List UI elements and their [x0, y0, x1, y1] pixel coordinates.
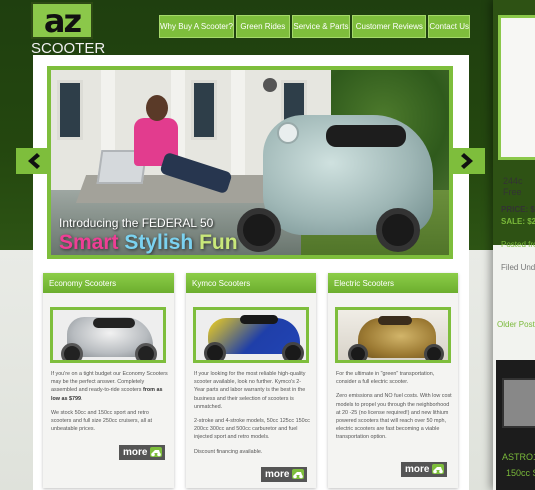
- card-description: For the ultimate in "green" transportati…: [336, 370, 452, 448]
- moped-icon: [292, 469, 304, 479]
- hero-column: [231, 70, 245, 180]
- hero-headline-word: Smart: [59, 231, 119, 254]
- logo-badge: az: [31, 2, 93, 39]
- electric-scooter-image[interactable]: [335, 307, 451, 363]
- background-page-sale: SALE: $2: [501, 217, 535, 226]
- card-paragraph: For the ultimate in "green" transportati…: [336, 371, 435, 386]
- kymco-scooter-image[interactable]: [193, 307, 309, 363]
- background-page-image-frame: [498, 15, 535, 160]
- economy-scooter-image[interactable]: [50, 307, 166, 363]
- hero-headline: Smart Stylish Fun: [59, 231, 238, 255]
- card-paragraph: If your looking for the most reliable hi…: [194, 371, 306, 410]
- card-description: If your looking for the most reliable hi…: [194, 370, 310, 462]
- card-title[interactable]: Electric Scooters: [328, 273, 458, 293]
- card-paragraph: Zero emissions and NO fuel costs. With l…: [336, 393, 452, 441]
- nav-item-service-parts[interactable]: Service & Parts: [291, 15, 351, 38]
- scooter-wheel: [204, 342, 226, 360]
- background-page-bullet: 244c: [503, 176, 523, 186]
- hero-subtitle: Introducing the FEDERAL 50: [59, 216, 214, 230]
- slider-next-button[interactable]: [451, 148, 485, 174]
- more-button[interactable]: more: [401, 462, 447, 477]
- hero-caption: Introducing the FEDERAL 50 Smart Stylish…: [59, 216, 238, 255]
- background-page-product-thumb[interactable]: [502, 378, 535, 428]
- nav-item-customer-reviews[interactable]: Customer Reviews: [352, 15, 427, 38]
- moped-icon: [432, 464, 444, 474]
- background-page-product-title[interactable]: ASTRO1: [502, 452, 535, 462]
- site-logo[interactable]: az SCOOTER: [31, 2, 105, 57]
- nav-item-green-rides[interactable]: Green Rides: [235, 15, 290, 38]
- background-page-bullet: Free: [503, 187, 522, 197]
- card-paragraph: 2-stroke and 4-stroke models, 50cc 125cc…: [194, 418, 310, 441]
- background-page-posted[interactable]: Posted fro: [501, 240, 535, 249]
- slider-prev-button[interactable]: [16, 148, 50, 174]
- chevron-left-icon: [28, 153, 40, 169]
- background-page: 244c Free PRICE: $28 SALE: $2 Posted fro…: [493, 0, 535, 490]
- hero-person-head: [146, 95, 168, 121]
- card-paragraph: If you're on a tight budget our Economy …: [51, 371, 168, 402]
- card-paragraph: We stock 50cc and 150cc sport and retro …: [51, 409, 152, 433]
- card-title[interactable]: Economy Scooters: [43, 273, 174, 293]
- scooter-seat: [240, 315, 278, 324]
- background-page-price: PRICE: $28: [501, 205, 535, 214]
- scooter-wheel: [61, 343, 83, 360]
- chevron-right-icon: [461, 153, 473, 169]
- more-button-label: more: [265, 469, 290, 480]
- hero-scooter-wheel: [237, 208, 281, 252]
- scooter-wheel: [135, 343, 157, 360]
- hero-scooter-wheel: [376, 208, 420, 252]
- older-posts-link[interactable]: Older Posts: [497, 320, 535, 329]
- logo-mark: az: [43, 1, 82, 40]
- background-page-product: ASTRO1 150cc Sc: [496, 360, 535, 490]
- kymco-scooters-card: Kymco Scooters If your looking for the m…: [186, 273, 316, 488]
- hero-window: [57, 80, 83, 140]
- hero-scooter-mirror: [263, 78, 277, 92]
- economy-scooters-card: Economy Scooters If you're on a tight bu…: [43, 273, 174, 488]
- hero-window: [191, 80, 217, 140]
- hero-headline-word: Fun: [199, 231, 238, 254]
- card-paragraph: Discount financing available.: [194, 448, 263, 455]
- hero-scooter-headlight: [277, 122, 299, 144]
- background-page-filed: Filed Unde: [501, 263, 535, 272]
- card-description: If you're on a tight budget our Economy …: [51, 370, 168, 439]
- more-button-label: more: [123, 447, 148, 458]
- electric-scooters-card: Electric Scooters For the ultimate in "g…: [328, 273, 458, 488]
- main-nav: Why Buy A Scooter? Green Rides Service &…: [159, 15, 470, 38]
- moped-icon: [150, 447, 162, 457]
- hero-headline-word: Stylish: [124, 231, 194, 254]
- card-title[interactable]: Kymco Scooters: [186, 273, 316, 293]
- nav-item-why-buy[interactable]: Why Buy A Scooter?: [159, 15, 234, 38]
- hero-scooter-seat: [326, 125, 406, 147]
- hero-banner[interactable]: Introducing the FEDERAL 50 Smart Stylish…: [47, 66, 453, 259]
- scooter-wheel: [424, 344, 444, 360]
- scooter-wheel: [348, 344, 368, 360]
- scooter-seat: [93, 318, 135, 328]
- more-button[interactable]: more: [119, 445, 165, 460]
- more-button[interactable]: more: [261, 467, 307, 482]
- scooter-wheel: [282, 342, 304, 360]
- more-button-label: more: [405, 464, 430, 475]
- scooter-seat: [378, 316, 412, 325]
- nav-item-contact-us[interactable]: Contact Us: [428, 15, 470, 38]
- background-page-product-subtitle: 150cc Sc: [506, 468, 535, 478]
